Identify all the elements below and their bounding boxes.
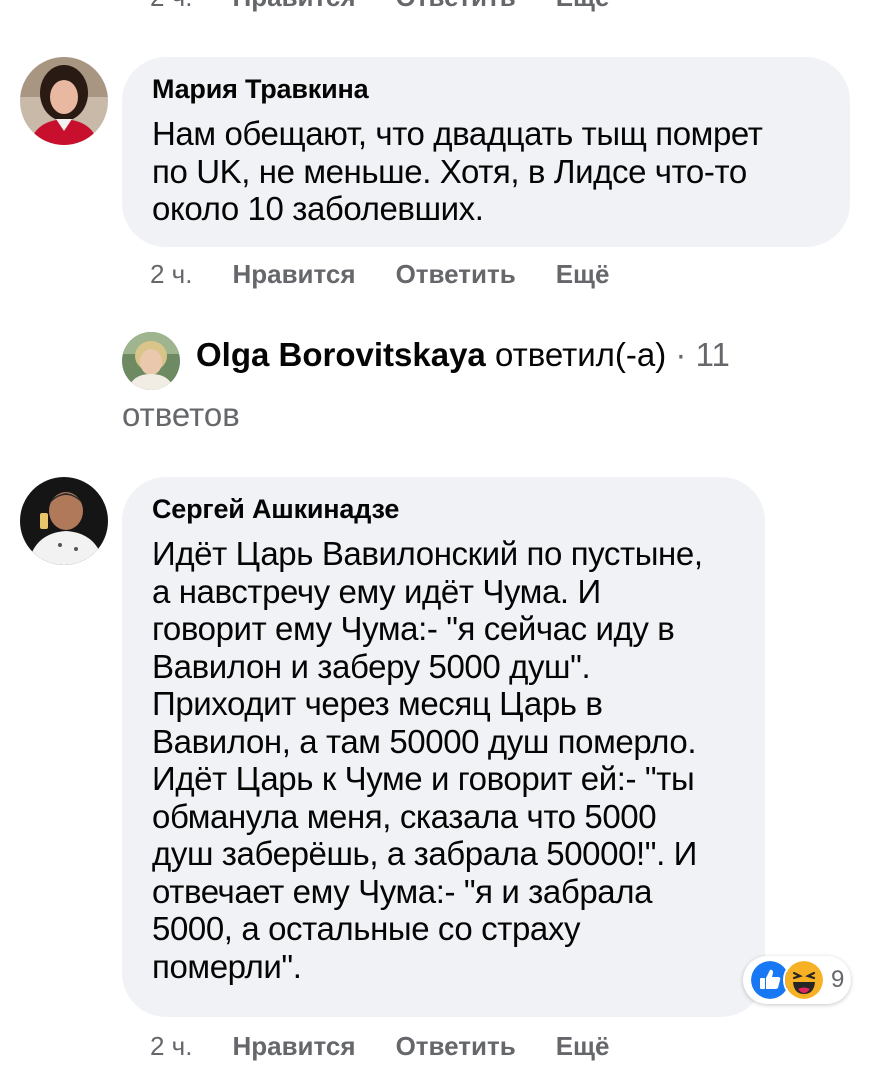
replier-avatar [122, 332, 180, 390]
like-button[interactable]: Нравится [232, 1031, 355, 1062]
comment-line: душ заберёшь, а забрала 50000!". И [152, 835, 697, 872]
replies-suffix: ответов [122, 396, 240, 433]
comment-line: Вавилон и заберу 5000 душ". [152, 647, 591, 685]
comment-text: Идёт Царь Вавилонский по пустыне, а навс… [152, 535, 703, 985]
reply-button[interactable]: Ответить [396, 1031, 516, 1062]
like-button[interactable]: Нравится [232, 0, 355, 13]
comment-author[interactable]: Сергей Ашкинадзе [152, 494, 399, 525]
replies-count: 11 [695, 336, 730, 373]
replies-summary: Olga Borovitskaya ответил(-а) · 11 [196, 336, 730, 374]
haha-reaction-icon [783, 959, 825, 1001]
comment-line: 5000, а остальные со страху [152, 910, 581, 947]
comment-line: Нам обещают, что двадцать тыщ помрет [152, 115, 763, 152]
comment-line: обманула меня, сказала что 5000 [152, 797, 657, 835]
comment-time[interactable]: 2 ч. [150, 1031, 192, 1062]
comment-line: Приходит через месяц Царь в [152, 685, 603, 722]
more-button[interactable]: Ещё [556, 1031, 610, 1062]
replies-separator: · [675, 336, 687, 373]
comment-line: Идёт Царь к Чуме и говорит ей:- "ты [152, 760, 695, 797]
comment-line: Вавилон, а там 50000 душ померло. [152, 722, 697, 760]
comment-actions: 2 ч. Нравится Ответить Ещё [150, 259, 649, 290]
comment-line: отвечает ему Чума:- "я и забрала [152, 872, 653, 910]
comment-time[interactable]: 2 ч. [150, 259, 192, 290]
comment-bubble: Мария Травкина Нам обещают, что двадцать… [122, 57, 850, 247]
reactions-summary[interactable]: 9 [743, 956, 851, 1004]
comment-line: около 10 заболевших. [152, 190, 484, 227]
replier-name[interactable]: Olga Borovitskaya [196, 336, 486, 373]
comment-author[interactable]: Мария Травкина [152, 74, 369, 105]
avatar[interactable] [20, 57, 108, 145]
comment-actions: 2 ч. Нравится Ответить Ещё [150, 1031, 649, 1062]
reply-button[interactable]: Ответить [396, 0, 516, 13]
comment-line: а навстречу ему идёт Чума. И [152, 572, 601, 610]
reactions-count: 9 [831, 966, 845, 993]
more-button[interactable]: Ещё [556, 0, 610, 13]
like-button[interactable]: Нравится [232, 259, 355, 290]
comment-line: померли". [152, 947, 302, 985]
replies-verb: ответил(-а) [494, 336, 667, 373]
comment-line: по UK, не меньше. Хотя, в Лидсе что-то [152, 152, 747, 190]
comment-line: говорит ему Чума:- "я сейчас иду в [152, 610, 675, 647]
avatar[interactable] [20, 477, 108, 565]
comment-bubble: Сергей Ашкинадзе Идёт Царь Вавилонский п… [122, 477, 765, 1017]
more-button[interactable]: Ещё [556, 259, 610, 290]
reply-button[interactable]: Ответить [396, 259, 516, 290]
comment-line: Идёт Царь Вавилонский по пустыне, [152, 535, 703, 572]
comment-time: 2 ч. [150, 0, 192, 13]
previous-comment-actions: 2 ч. Нравится Ответить Ещё [150, 0, 609, 13]
comment-text: Нам обещают, что двадцать тыщ помрет по … [152, 115, 763, 228]
